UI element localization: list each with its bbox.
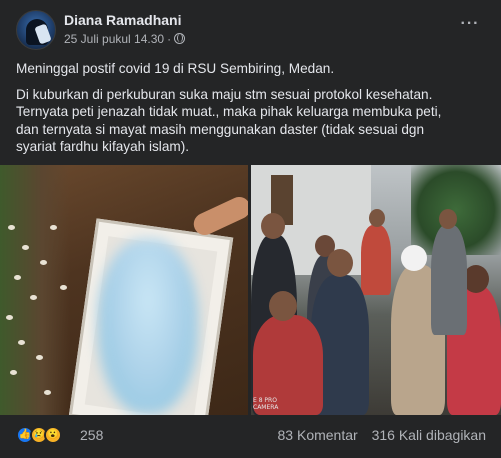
camera-watermark: E 8 PRO CAMERA [253, 397, 278, 411]
post-footer: 👍 😢 😮 258 83 Komentar 316 Kali dibagikan [16, 424, 486, 446]
globe-icon[interactable] [174, 33, 186, 44]
post-text-line: Meninggal postif covid 19 di RSU Sembiri… [16, 61, 335, 76]
person-head [439, 209, 457, 229]
person-head [269, 291, 297, 321]
post-text-line: Ternyata peti jenazah tidak muat., maka … [16, 104, 442, 119]
person-head [401, 245, 427, 271]
shares-count-link[interactable]: 316 Kali dibagikan [372, 427, 486, 443]
comments-count-link[interactable]: 83 Komentar [278, 427, 358, 443]
facebook-post: Diana Ramadhani 25 Juli pukul 14.30 · ···… [0, 0, 501, 458]
post-photos[interactable]: E 8 PRO CAMERA [0, 165, 501, 415]
watermark-line: CAMERA [253, 404, 279, 411]
post-text-line: syariat fardhu kifayah islam). [16, 139, 190, 154]
grave-edge [0, 165, 70, 415]
blurred-body [98, 239, 198, 414]
post-stats: 83 Komentar 316 Kali dibagikan [278, 427, 486, 443]
post-text-line: Di kuburkan di perkuburan suka maju stm … [16, 86, 433, 102]
more-options-icon[interactable]: ··· [456, 14, 484, 38]
person [431, 225, 467, 335]
avatar[interactable] [16, 10, 56, 50]
person-head [369, 209, 385, 227]
person-head [327, 249, 353, 277]
post-text-line: dan ternyata si mayat masih menggunakan … [16, 121, 425, 137]
reaction-count[interactable]: 258 [80, 427, 103, 443]
wow-reaction-icon: 😮 [44, 426, 62, 444]
post-header: Diana Ramadhani 25 Juli pukul 14.30 · ··· [16, 10, 486, 50]
photo-grave[interactable] [0, 165, 248, 415]
watermark-line: E 8 PRO [253, 397, 277, 404]
person [361, 225, 391, 295]
meta-separator: · [167, 32, 172, 46]
photo-crowd[interactable]: E 8 PRO CAMERA [251, 165, 501, 415]
post-timestamp[interactable]: 25 Juli pukul 14.30 [64, 32, 164, 46]
hand [190, 193, 248, 239]
author-name[interactable]: Diana Ramadhani [64, 12, 181, 28]
post-meta: 25 Juli pukul 14.30 · [64, 32, 186, 46]
post-text: Meninggal postif covid 19 di RSU Sembiri… [16, 60, 491, 156]
person-head [261, 213, 285, 239]
